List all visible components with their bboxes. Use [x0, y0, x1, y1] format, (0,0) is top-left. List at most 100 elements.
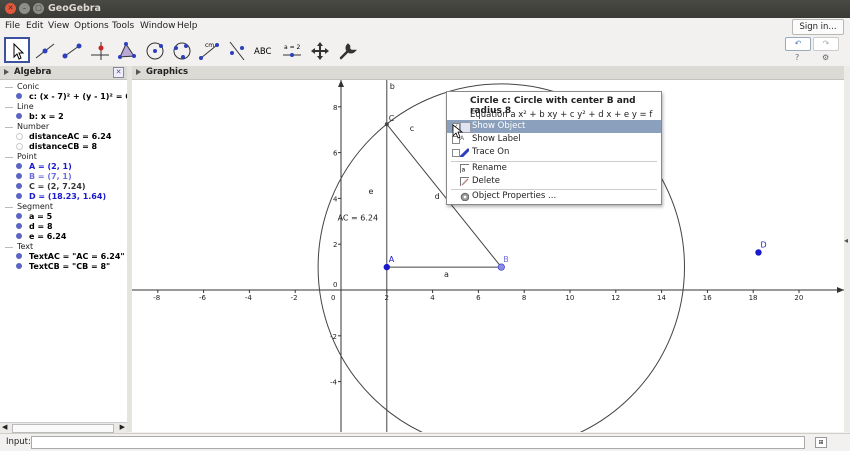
- slider-tool-button[interactable]: a = 2: [278, 37, 304, 63]
- ellipse-tool-button[interactable]: [168, 37, 194, 63]
- y-tick-label: 2: [333, 241, 337, 249]
- tree-connector: [5, 157, 13, 158]
- y-tick-label: -4: [330, 379, 338, 387]
- tools-button[interactable]: [334, 37, 360, 63]
- redo-button[interactable]: ↷: [813, 37, 839, 51]
- visibility-toggle-icon[interactable]: [16, 213, 22, 219]
- label-circle-c: c: [410, 124, 414, 133]
- distance-icon: cm: [199, 42, 219, 60]
- settings-icon[interactable]: ⚙: [822, 53, 829, 62]
- y-tick-label: 8: [333, 104, 337, 112]
- algebra-group-label: Number: [17, 122, 50, 131]
- point-on-line-icon: [35, 43, 55, 59]
- menu-item-show-label[interactable]: A Show Label: [447, 133, 661, 146]
- algebra-horizontal-scrollbar[interactable]: ◀ ▶: [0, 422, 127, 433]
- visibility-toggle-icon[interactable]: [16, 173, 22, 179]
- visibility-toggle-icon[interactable]: [16, 253, 22, 259]
- move-tool-button[interactable]: [4, 37, 30, 63]
- scroll-thumb[interactable]: [12, 424, 114, 433]
- checkbox-icon[interactable]: [452, 149, 460, 157]
- text-tool-label: ABC: [254, 47, 271, 57]
- visibility-toggle-icon[interactable]: [16, 263, 22, 269]
- tree-connector: [5, 127, 13, 128]
- reflect-tool-button[interactable]: [223, 37, 249, 63]
- distance-tool-label: cm: [205, 42, 214, 49]
- input-label: Input:: [6, 437, 31, 447]
- reflect-line-icon: [229, 41, 245, 61]
- point-tool-button[interactable]: [31, 37, 57, 63]
- visibility-toggle-icon[interactable]: [16, 143, 23, 150]
- input-help-button[interactable]: ⊞: [815, 437, 827, 448]
- visibility-toggle-icon[interactable]: [16, 223, 22, 229]
- context-menu-subtitle[interactable]: Equation a x² + b xy + c y² + d x + e y …: [470, 110, 652, 120]
- menu-item-rename[interactable]: a Rename: [447, 162, 661, 175]
- y-zero-label: 0: [333, 281, 337, 289]
- x-tick-label: -2: [291, 294, 298, 302]
- x-tick-label: 18: [749, 294, 758, 302]
- cursor-arrow-icon: [13, 42, 25, 60]
- polygon-tool-button[interactable]: [113, 37, 139, 63]
- label-b-point: B: [503, 255, 509, 264]
- algebra-item-text: e = 6.24: [29, 232, 67, 241]
- label-d-point: D: [760, 240, 766, 249]
- line-tool-button[interactable]: [58, 37, 84, 63]
- point-a[interactable]: [383, 263, 390, 271]
- menu-edit[interactable]: Edit: [26, 21, 43, 31]
- minimize-window-button[interactable]: –: [19, 3, 30, 14]
- scroll-right-icon[interactable]: ▶: [120, 423, 125, 431]
- help-icon[interactable]: ?: [795, 53, 799, 62]
- x-tick-label: 8: [522, 294, 526, 302]
- angle-tool-button[interactable]: cm: [195, 37, 221, 63]
- x-tick-label: 12: [611, 294, 620, 302]
- visibility-toggle-icon[interactable]: [16, 183, 22, 189]
- visibility-toggle-icon[interactable]: [16, 193, 22, 199]
- visibility-toggle-icon[interactable]: [16, 233, 22, 239]
- wrench-icon: [339, 43, 358, 60]
- menu-options[interactable]: Options: [74, 21, 109, 31]
- input-field[interactable]: [31, 436, 805, 449]
- label-segment-a: a: [444, 270, 449, 279]
- menu-item-trace-on[interactable]: Trace On: [447, 146, 661, 159]
- menu-item-object-properties[interactable]: Object Properties ...: [447, 190, 661, 203]
- toolbar: cm ABC a = 2: [0, 36, 850, 66]
- point-d[interactable]: [755, 249, 762, 256]
- sign-in-button[interactable]: Sign in...: [792, 19, 844, 35]
- text-tool-button[interactable]: ABC: [250, 37, 276, 63]
- input-bar: Input: ⊞: [0, 433, 850, 451]
- close-algebra-icon[interactable]: ✕: [113, 67, 124, 78]
- algebra-view[interactable]: Conic c: (x - 7)² + (y - 1)² = 64 Line b: x…: [0, 80, 127, 422]
- menu-window[interactable]: Window: [140, 21, 176, 31]
- visibility-toggle-icon[interactable]: [16, 113, 22, 119]
- visibility-toggle-icon[interactable]: [16, 163, 22, 169]
- close-window-button[interactable]: ✕: [5, 3, 16, 14]
- graphics-panel-title: Graphics: [146, 67, 189, 77]
- algebra-item-text: distanceAC = 6.24: [29, 132, 112, 141]
- circle-tool-button[interactable]: [141, 37, 167, 63]
- maximize-window-button[interactable]: □: [33, 3, 44, 14]
- menu-help[interactable]: Help: [177, 21, 198, 31]
- point-b[interactable]: [497, 263, 505, 271]
- collapse-triangle-icon[interactable]: [4, 69, 9, 75]
- scroll-left-icon[interactable]: ◀: [2, 423, 7, 431]
- undo-button[interactable]: ↶: [785, 37, 811, 51]
- visibility-toggle-icon[interactable]: [16, 93, 22, 99]
- menu-file[interactable]: File: [5, 21, 20, 31]
- collapse-triangle-icon[interactable]: [136, 69, 141, 75]
- menu-tools[interactable]: Tools: [112, 21, 134, 31]
- visibility-toggle-icon[interactable]: [16, 133, 23, 140]
- perpendicular-tool-button[interactable]: [86, 37, 112, 63]
- x-tick-label: -8: [153, 294, 160, 302]
- algebra-item-text: A = (2, 1): [29, 162, 72, 171]
- algebra-item-text: c: (x - 7)² + (y - 1)² = 64: [29, 92, 127, 101]
- expand-panel-icon[interactable]: ◂: [844, 236, 848, 245]
- move-arrows-icon: [311, 42, 329, 60]
- mouse-cursor-icon: [452, 124, 464, 139]
- algebra-item-text: D = (18.23, 1.64): [29, 192, 107, 201]
- menu-item-delete[interactable]: Delete: [447, 175, 661, 188]
- x-tick-label: -6: [199, 294, 207, 302]
- perpendicular-line-icon: [91, 42, 109, 60]
- menu-view[interactable]: View: [48, 21, 69, 31]
- menu-item-show-object[interactable]: ✓ Show Object: [447, 120, 661, 133]
- move-view-tool-button[interactable]: [306, 37, 332, 63]
- label-line-b: b: [390, 82, 395, 91]
